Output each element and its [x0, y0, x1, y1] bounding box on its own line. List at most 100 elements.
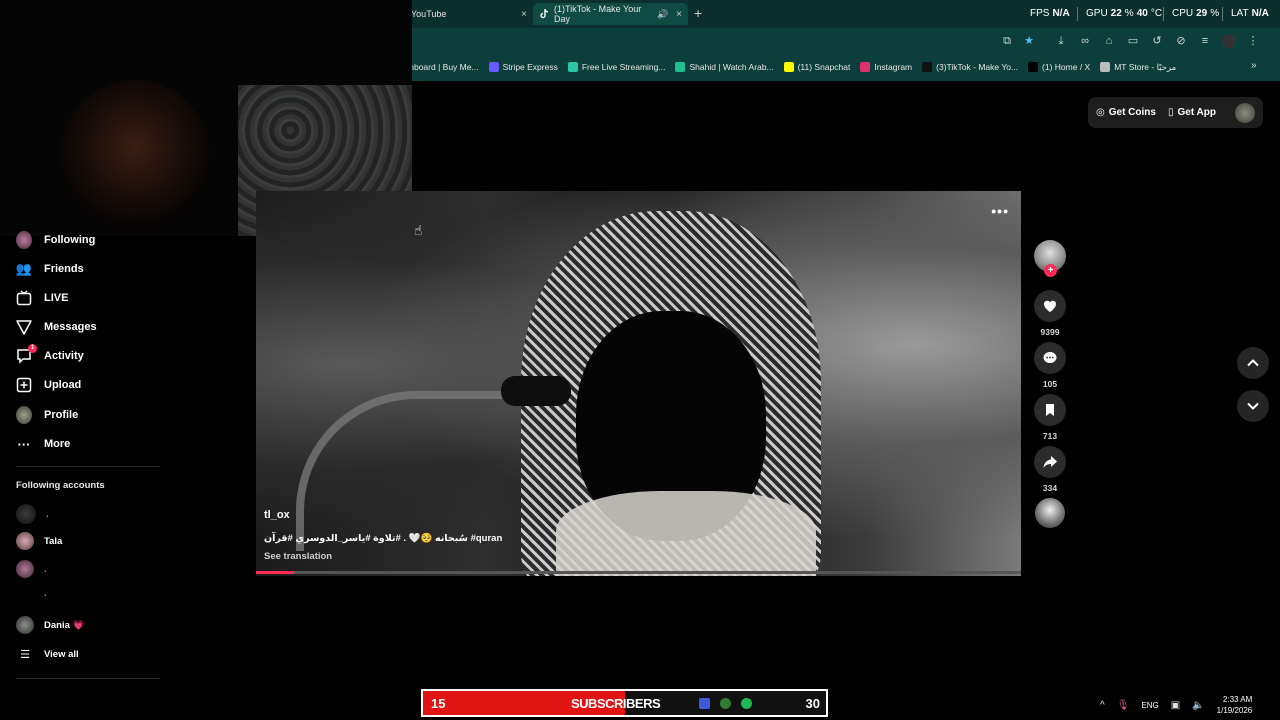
nav-live[interactable]: LIVE	[16, 288, 68, 308]
following-account[interactable]: .	[16, 560, 47, 578]
tab-youtube[interactable]: YouTube ×	[405, 3, 533, 25]
bookmark-item[interactable]: shboard | Buy Me...	[405, 62, 479, 72]
history-icon[interactable]: ↺	[1150, 34, 1164, 48]
get-app-button[interactable]: ▯ Get App	[1168, 107, 1216, 118]
extension-icon[interactable]: ∞	[1078, 34, 1092, 48]
video-options-button[interactable]: •••	[991, 203, 1009, 219]
bookmark-star-icon[interactable]: ★	[1022, 34, 1036, 48]
get-coins-button[interactable]: ◎ Get Coins	[1096, 107, 1156, 118]
translate-icon[interactable]: ⌂	[1102, 34, 1116, 48]
nav-more[interactable]: ··· More	[16, 434, 71, 454]
view-all-link[interactable]: ☰ View all	[16, 646, 79, 662]
sound-button[interactable]	[1034, 498, 1066, 528]
close-icon[interactable]: ×	[521, 9, 527, 20]
bookmark-favicon-icon	[860, 62, 871, 72]
account-avatar	[16, 504, 36, 524]
bookmark-item[interactable]: MT Store - مرحبًا	[1100, 62, 1176, 73]
gpu-temp-unit: °C	[1150, 8, 1163, 19]
profile-avatar-icon[interactable]	[1222, 34, 1236, 48]
nav-label: More	[44, 438, 71, 450]
phone-icon: ▯	[1167, 107, 1174, 118]
bookmark-item[interactable]: Free Live Streaming...	[567, 62, 665, 72]
video-progress-bar[interactable]	[256, 571, 1021, 574]
previous-video-button[interactable]	[1237, 347, 1269, 379]
stat-divider	[1163, 7, 1164, 21]
following-account[interactable]: .	[16, 584, 47, 602]
save-count: 713	[1042, 431, 1058, 441]
address-bar-actions: ⧉ ★	[1000, 34, 1036, 48]
sound-disc-icon	[1035, 498, 1065, 528]
following-account[interactable]: .	[16, 504, 49, 524]
tab-tiktok[interactable]: (1)TikTok - Make Your Day 🔊 ×	[533, 3, 688, 25]
chevron-up-icon[interactable]: ^	[1100, 700, 1105, 711]
gpu-unit: %	[1124, 8, 1134, 19]
nav-following[interactable]: Following	[16, 230, 95, 250]
speaker-icon[interactable]: 🔊	[657, 9, 668, 20]
reading-list-icon[interactable]: ≡	[1198, 34, 1212, 48]
bookmark-item[interactable]: (11) Snapchat	[783, 62, 851, 72]
volume-icon[interactable]: 🔈	[1192, 700, 1204, 711]
save-button[interactable]: 713	[1034, 394, 1066, 441]
chevron-up-icon	[1247, 359, 1259, 367]
gpu-label: GPU	[1086, 8, 1108, 19]
following-account[interactable]: Dania 💗	[16, 616, 84, 634]
tab-label: (1)TikTok - Make Your Day	[554, 4, 642, 24]
gpu-value: 22	[1110, 8, 1122, 19]
see-translation-button[interactable]: See translation	[264, 551, 332, 562]
install-app-icon[interactable]: ⧉	[1000, 34, 1014, 48]
video-progress-fill	[256, 571, 295, 574]
nav-upload[interactable]: Upload	[16, 375, 81, 395]
live-icon	[16, 290, 32, 306]
friends-icon: 👥	[15, 261, 33, 276]
like-button[interactable]: 9399	[1034, 290, 1066, 337]
bookmark-label: (11) Snapchat	[797, 62, 851, 72]
wallet-icon[interactable]: ▭	[1126, 34, 1140, 48]
microphone-head	[501, 376, 571, 406]
gpu-stat: GPU 22 % 40 °C	[1086, 8, 1162, 19]
system-tray: ^ 🎙 ENG ▣ 🔈 2:33 AM 1/19/2026	[1100, 692, 1252, 718]
user-avatar[interactable]	[1235, 102, 1255, 123]
account-avatar	[16, 616, 34, 634]
bookmark-item[interactable]: (3)TikTok - Make Yo...	[922, 62, 1018, 72]
clock-date: 1/19/2026	[1216, 706, 1253, 715]
nav-messages[interactable]: Messages	[16, 317, 97, 337]
new-tab-button[interactable]: +	[694, 5, 702, 21]
bookmark-item[interactable]: Stripe Express	[488, 62, 558, 72]
bookmark-label: shboard | Buy Me...	[405, 62, 479, 72]
display-icon[interactable]: ▣	[1171, 700, 1180, 711]
follow-button[interactable]: +	[1044, 264, 1057, 277]
link-icon[interactable]: ⊘	[1174, 34, 1188, 48]
cpu-value: 29	[1196, 8, 1208, 19]
bookmarks-overflow-button[interactable]: »	[1251, 60, 1257, 71]
next-video-button[interactable]	[1237, 390, 1269, 422]
bookmark-label: Instagram	[874, 62, 913, 72]
bookmark-favicon-icon	[675, 62, 686, 72]
nav-activity[interactable]: 1 Activity	[16, 344, 84, 366]
comment-button[interactable]: 105	[1034, 342, 1066, 389]
view-all-label: View all	[44, 648, 79, 660]
bookmark-item[interactable]: (1) Home / X	[1028, 62, 1090, 72]
tiktok-icon	[539, 9, 549, 19]
menu-kebab-icon[interactable]: ⋮	[1246, 34, 1260, 48]
nav-friends[interactable]: 👥 Friends	[16, 259, 84, 279]
tray-app-icons	[699, 698, 752, 709]
bookmark-icon	[1034, 394, 1066, 426]
clock[interactable]: 2:33 AM 1/19/2026	[1217, 694, 1253, 716]
video-player[interactable]: ••• tl_ox سُبحانه 🥺🤍 . #تلاوة #ياسر_الدو…	[256, 191, 1021, 576]
video-author[interactable]: tl_ox	[264, 509, 290, 521]
download-icon[interactable]: ⤓	[1054, 34, 1068, 48]
language-indicator[interactable]: ENG	[1141, 701, 1158, 710]
close-icon[interactable]: ×	[676, 9, 682, 20]
hand-cursor-icon: ☝	[414, 222, 423, 238]
following-account[interactable]: Tala	[16, 532, 62, 550]
bookmark-label: (3)TikTok - Make Yo...	[936, 62, 1019, 72]
nav-profile[interactable]: Profile	[16, 405, 78, 425]
share-button[interactable]: 334	[1034, 446, 1066, 493]
creator-avatar-button[interactable]: +	[1034, 240, 1066, 277]
spotify-icon	[741, 698, 752, 709]
microphone-icon[interactable]: 🎙	[1117, 700, 1130, 711]
bookmark-item[interactable]: Shahid | Watch Arab...	[675, 62, 774, 72]
bookmark-favicon-icon	[922, 62, 933, 72]
bookmark-item[interactable]: Instagram	[860, 62, 912, 72]
gpu-temp: 40	[1136, 8, 1148, 19]
